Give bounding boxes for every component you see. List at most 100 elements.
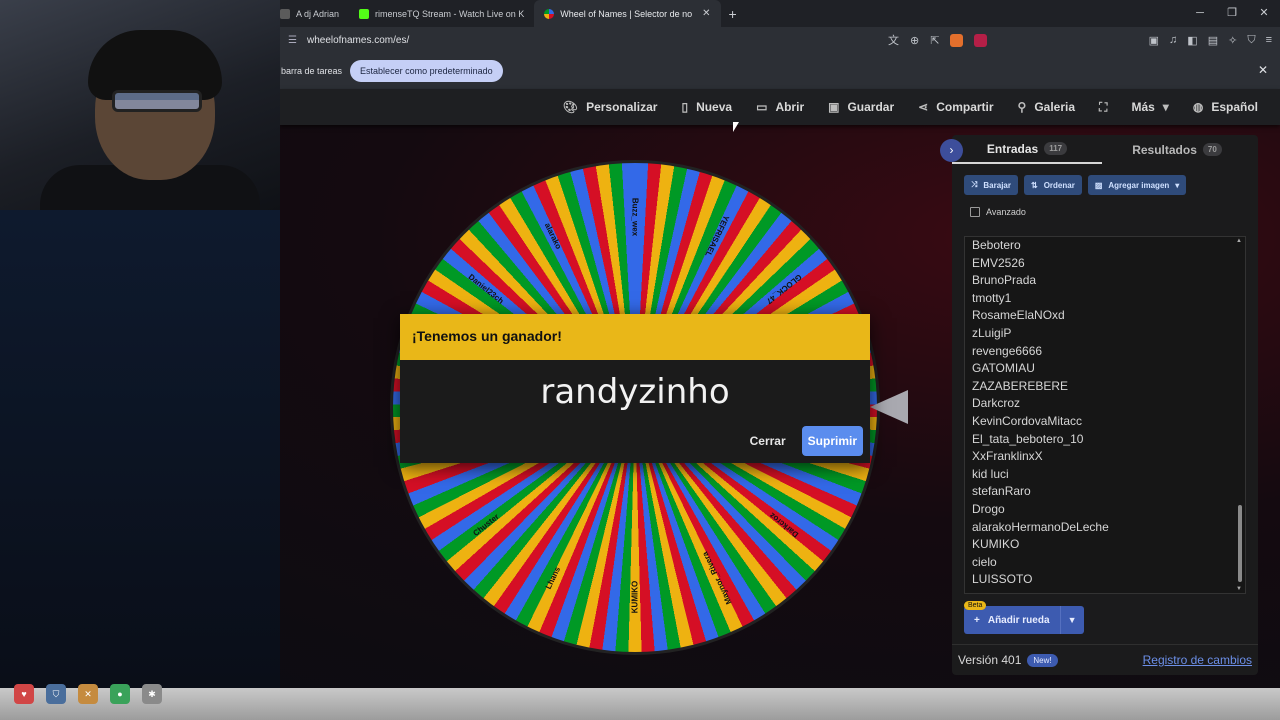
address-actions: 文 ⊕ ⇱ [888, 27, 988, 53]
wallet-icon[interactable]: ▤ [1208, 34, 1218, 47]
badge-run-icon: ✱ [142, 684, 162, 704]
menu-open[interactable]: ▭ Abrir [756, 100, 804, 114]
mouse-cursor-icon [733, 122, 739, 132]
set-default-button[interactable]: Establecer como predeterminado [350, 60, 503, 82]
wheel-pointer-icon [870, 390, 908, 424]
menu-new[interactable]: ▯ Nueva [681, 100, 732, 114]
entry-item: LUISSOTO [972, 572, 1033, 587]
advanced-checkbox[interactable] [970, 207, 980, 217]
vpn-icon[interactable]: ⛉ [1247, 34, 1255, 47]
stream-icons: ♥ ⛉ ✕ ● ✱ [14, 684, 162, 704]
chevron-down-icon: ▾ [1175, 180, 1180, 190]
new-badge: New! [1027, 653, 1058, 667]
webcam-overlay [0, 0, 280, 210]
winner-name: randyzinho [540, 372, 730, 412]
browser-tab-active[interactable]: Wheel of Names | Selector de no ✕ [534, 0, 721, 27]
wheel-favicon-icon [544, 8, 555, 19]
menu-icon[interactable]: ≡ [1266, 34, 1272, 46]
shield-icon: ⛉ [46, 684, 66, 704]
plus-icon: + [974, 614, 980, 626]
entry-item: tmotty1 [972, 290, 1012, 305]
changelog-link[interactable]: Registro de cambios [1143, 653, 1252, 667]
browser-tab[interactable]: rimenseTQ Stream - Watch Live on K [349, 0, 534, 27]
entries-scrollbar[interactable]: ▲ ▼ [1236, 238, 1244, 592]
menu-share[interactable]: ⋖ Compartir [918, 100, 993, 114]
brave-rewards-icon[interactable] [974, 33, 988, 47]
entry-item: ZAZABEREBERE [972, 378, 1069, 393]
entry-item: GATOMIAU [972, 361, 1035, 376]
folder-icon: ▭ [756, 100, 768, 114]
chevron-down-icon: ▾ [1162, 100, 1169, 114]
globe-icon: ◍ [1192, 100, 1204, 114]
menu-gallery[interactable]: ⚲ Galeria [1018, 100, 1076, 114]
entry-item: KUMIKO [972, 537, 1020, 552]
infobar-text: barra de tareas [281, 66, 343, 76]
entry-item: stefanRaro [972, 484, 1031, 499]
entry-tools: ⤨ Barajar ⇅ Ordenar ▨ Agregar imagen ▾ [964, 175, 1187, 195]
badge-dot-icon: ● [110, 684, 130, 704]
entry-item: RosameElaNOxd [972, 308, 1065, 323]
entry-item: Bebotero [972, 238, 1021, 252]
add-image-button[interactable]: ▨ Agregar imagen ▾ [1087, 175, 1187, 195]
close-window-icon[interactable]: ✕ [1248, 0, 1280, 27]
palette-icon: 🎨︎ [562, 100, 579, 114]
default-browser-infobar: barra de tareas Establecer como predeter… [280, 53, 1280, 89]
kick-icon [359, 8, 370, 19]
close-tab-icon[interactable]: ✕ [702, 8, 710, 19]
add-wheel-dropdown[interactable]: ▼ [1059, 606, 1084, 634]
entry-item: El_tata_bebotero_10 [972, 431, 1084, 446]
close-infobar-icon[interactable]: ✕ [1258, 63, 1268, 77]
menu-fullscreen[interactable]: ⛶ [1099, 100, 1107, 115]
add-wheel-button[interactable]: + Añadir rueda [964, 606, 1060, 634]
entries-textarea[interactable]: Bebotero EMV2526 BrunoPrada tmotty1 RosameEl… [964, 236, 1246, 594]
ai-icon[interactable]: ✧ [1228, 34, 1237, 47]
entry-item: revenge6666 [972, 343, 1043, 358]
tab-results[interactable]: Resultados 70 [1102, 135, 1252, 164]
minimize-icon[interactable]: ─ [1184, 0, 1216, 27]
app-header: 🎨︎ Personalizar ▯ Nueva ▭ Abrir ▣ Guardar ⋖ C… [280, 89, 1280, 125]
wheel-label: Buzz_wex [630, 197, 640, 237]
address-bar: ☰ wheelofnames.com/es/ 文 ⊕ ⇱ ▣ ♫ ◧ ▤ ✧ ⛉… [280, 27, 1280, 53]
url-field[interactable]: wheelofnames.com/es/ [307, 35, 409, 46]
entries-count-badge: 117 [1044, 142, 1068, 155]
menu-save[interactable]: ▣ Guardar [828, 100, 894, 114]
remove-winner-button[interactable]: Suprimir [801, 426, 863, 456]
menu-language[interactable]: ◍ Español [1193, 100, 1258, 114]
browser-tab[interactable]: A dj Adrian [270, 0, 349, 27]
share-page-icon[interactable]: ⇱ [930, 34, 939, 47]
winner-dialog-actions: Cerrar Suprimir [746, 426, 863, 456]
entry-item: alarakoHermanoDeLeche [972, 519, 1109, 534]
shuffle-button[interactable]: ⤨ Barajar [964, 175, 1018, 195]
entry-item: cielo [972, 554, 997, 569]
collapse-panel-button[interactable]: › [940, 139, 963, 162]
version-label: Versión 401 [958, 653, 1022, 667]
sort-button[interactable]: ⇅ Ordenar [1023, 175, 1082, 195]
translate-icon[interactable]: 文 [888, 32, 899, 48]
fullscreen-icon: ⛶ [1099, 99, 1108, 114]
entry-item: Drogo [972, 501, 1005, 516]
entry-item: XxFranklinxX [972, 449, 1043, 464]
left-dark-area [0, 210, 280, 688]
close-button[interactable]: Cerrar [746, 428, 790, 454]
menu-customize[interactable]: 🎨︎ Personalizar [563, 100, 658, 114]
sort-icon: ⇅ [1030, 180, 1038, 190]
entry-item: Darkcroz [972, 396, 1021, 411]
zoom-icon[interactable]: ⊕ [910, 34, 919, 47]
entries-panel: Entradas 117 Resultados 70 ⤨ Barajar ⇅ Ord… [952, 135, 1258, 675]
advanced-toggle[interactable]: Avanzado [970, 207, 1026, 217]
add-wheel-group: + Añadir rueda ▼ [964, 606, 1084, 634]
reader-icon[interactable]: ▣ [1149, 34, 1159, 47]
media-icon[interactable]: ♫ [1169, 34, 1177, 46]
restore-icon[interactable]: ❐ [1216, 0, 1248, 27]
site-settings-icon[interactable]: ☰ [288, 35, 297, 46]
brave-shields-icon[interactable] [950, 33, 964, 47]
scrollbar-thumb[interactable] [1238, 505, 1242, 582]
new-tab-button[interactable]: + [729, 6, 737, 22]
scroll-up-icon[interactable]: ▲ [1236, 238, 1242, 244]
scroll-down-icon[interactable]: ▼ [1236, 586, 1242, 592]
menu-more[interactable]: Más ▾ [1131, 100, 1168, 114]
webcam-person-glasses [112, 90, 202, 112]
tab-entries[interactable]: Entradas 117 [952, 135, 1102, 164]
panel-tabs: Entradas 117 Resultados 70 [952, 135, 1258, 164]
sidebar-icon[interactable]: ◧ [1187, 34, 1197, 47]
